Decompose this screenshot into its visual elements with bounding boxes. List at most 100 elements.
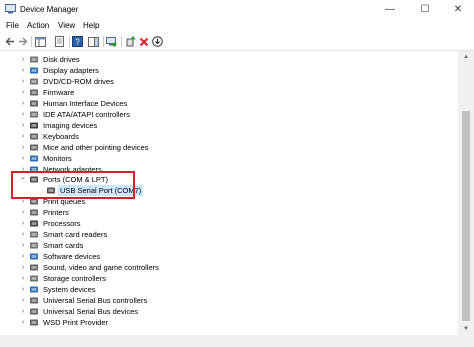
scroll-up-icon[interactable]: ▲ — [458, 51, 474, 63]
tree-item-label: IDE ATA/ATAPI controllers — [43, 109, 130, 119]
tree-category-item[interactable]: › Imaging devices — [19, 120, 319, 131]
tree-category-item[interactable]: › Display adapters — [19, 65, 319, 76]
monitor-icon — [30, 155, 38, 162]
vertical-scrollbar[interactable]: ▲ ▼ — [458, 51, 474, 335]
tree-item-label: Mice and other pointing devices — [43, 142, 149, 152]
forward-button[interactable] — [17, 36, 28, 47]
enable-device-button[interactable] — [152, 36, 163, 47]
update-driver-button[interactable] — [125, 36, 136, 47]
tree-category-item[interactable]: › DVD/CD-ROM drives — [19, 76, 319, 87]
tree-category-item[interactable]: › Smart card readers — [19, 229, 319, 240]
tree-item-label: Monitors — [43, 153, 72, 163]
device-manager-icon — [5, 4, 16, 14]
menu-file[interactable]: File — [6, 21, 19, 30]
camera-icon — [30, 122, 38, 129]
back-button[interactable] — [4, 36, 15, 47]
tree-item-label: Printers — [43, 208, 69, 218]
chevron-right-icon[interactable]: › — [19, 306, 27, 317]
toolbar-separator — [69, 36, 70, 47]
firmware-icon — [30, 89, 38, 96]
tree-category-item[interactable]: › Sound, video and game controllers — [19, 262, 319, 273]
tree-item-label: Sound, video and game controllers — [43, 263, 159, 273]
tree-item-label: Software devices — [43, 252, 101, 262]
show-action-pane-button[interactable] — [88, 36, 99, 47]
show-hide-console-tree-button[interactable] — [35, 36, 46, 47]
tree-item-label: Smart card readers — [43, 230, 108, 240]
tree-category-item[interactable]: › Human Interface Devices — [19, 98, 319, 109]
chevron-right-icon[interactable]: › — [19, 207, 27, 218]
usb-device-icon — [30, 308, 38, 315]
chevron-right-icon[interactable]: › — [19, 251, 27, 262]
tree-category-item[interactable]: › Keyboards — [19, 131, 319, 142]
dvd-icon — [30, 78, 38, 85]
menu-bar: File Action View Help — [0, 19, 474, 33]
chevron-right-icon[interactable]: › — [19, 240, 27, 251]
tree-category-item[interactable]: › Processors — [19, 218, 319, 229]
tree-item-label: Imaging devices — [43, 120, 98, 130]
minimize-button[interactable]: — — [374, 0, 406, 19]
chevron-right-icon[interactable]: › — [19, 120, 27, 131]
tree-item-label: DVD/CD-ROM drives — [43, 76, 114, 86]
menu-action[interactable]: Action — [27, 21, 49, 30]
maximize-button[interactable]: ☐ — [409, 0, 441, 19]
chevron-right-icon[interactable]: › — [19, 153, 27, 164]
chevron-right-icon[interactable]: › — [19, 142, 27, 153]
software-device-icon — [30, 253, 38, 260]
title-bar: Device Manager — ☐ ✕ — [0, 0, 474, 19]
chevron-right-icon[interactable]: › — [19, 284, 27, 295]
tree-category-item[interactable]: › Monitors — [19, 153, 319, 164]
chevron-right-icon[interactable]: › — [19, 273, 27, 284]
chevron-right-icon[interactable]: › — [19, 295, 27, 306]
chevron-right-icon[interactable]: › — [19, 54, 27, 65]
tree-category-item[interactable]: › Firmware — [19, 87, 319, 98]
scan-hardware-changes-button[interactable] — [106, 36, 117, 47]
menu-help[interactable]: Help — [83, 21, 99, 30]
tree-item-label: System devices — [43, 284, 96, 294]
update-driver-icon — [126, 36, 136, 47]
tree-category-item[interactable]: › Universal Serial Bus controllers — [19, 295, 319, 306]
chevron-right-icon[interactable]: › — [19, 87, 27, 98]
tree-category-item[interactable]: › Printers — [19, 207, 319, 218]
horizontal-scrollbar[interactable] — [0, 335, 474, 347]
tree-item-label: Human Interface Devices — [43, 98, 128, 108]
properties-sheet-button[interactable] — [54, 36, 65, 47]
wsd-print-icon — [30, 319, 38, 326]
chevron-right-icon[interactable]: › — [19, 65, 27, 76]
chevron-right-icon[interactable]: › — [19, 131, 27, 142]
mouse-icon — [30, 144, 38, 151]
tree-category-item[interactable]: › Storage controllers — [19, 273, 319, 284]
menu-view[interactable]: View — [58, 21, 75, 30]
tree-category-item[interactable]: › Universal Serial Bus devices — [19, 306, 319, 317]
chevron-right-icon[interactable]: › — [19, 218, 27, 229]
chevron-right-icon[interactable]: › — [19, 229, 27, 240]
chevron-right-icon[interactable]: › — [19, 109, 27, 120]
chevron-right-icon[interactable]: › — [19, 98, 27, 109]
tree-category-item[interactable]: › Smart cards — [19, 240, 319, 251]
disk-drive-icon — [30, 56, 38, 63]
tree-category-item[interactable]: › Mice and other pointing devices — [19, 142, 319, 153]
storage-controller-icon — [30, 275, 38, 282]
uninstall-device-button[interactable] — [138, 36, 149, 47]
tree-item-label: Storage controllers — [43, 274, 106, 283]
tree-category-item[interactable]: › Disk drives — [19, 54, 319, 65]
tree-item-label: Processors — [43, 219, 81, 229]
close-button[interactable]: ✕ — [442, 0, 474, 19]
hid-icon — [30, 100, 38, 107]
scroll-down-icon[interactable]: ▼ — [458, 323, 474, 335]
chevron-right-icon[interactable]: › — [19, 262, 27, 273]
tree-item-label: WSD Print Provider — [43, 317, 109, 327]
tree-category-item[interactable]: › WSD Print Provider — [19, 317, 319, 328]
back-arrow-icon — [5, 37, 14, 46]
system-device-icon — [30, 286, 38, 293]
tree-category-item[interactable]: › Software devices — [19, 251, 319, 262]
chevron-right-icon[interactable]: › — [19, 317, 27, 328]
tree-category-item[interactable]: › System devices — [19, 284, 319, 295]
sound-icon — [30, 264, 38, 271]
ide-controller-icon — [30, 111, 38, 118]
maximize-icon: ☐ — [420, 4, 430, 15]
help-button[interactable]: ? — [72, 36, 83, 47]
chevron-right-icon[interactable]: › — [19, 76, 27, 87]
tree-category-item[interactable]: › IDE ATA/ATAPI controllers — [19, 109, 319, 120]
tree-item-label: Universal Serial Bus controllers — [43, 295, 148, 305]
scrollbar-thumb[interactable] — [462, 111, 470, 321]
